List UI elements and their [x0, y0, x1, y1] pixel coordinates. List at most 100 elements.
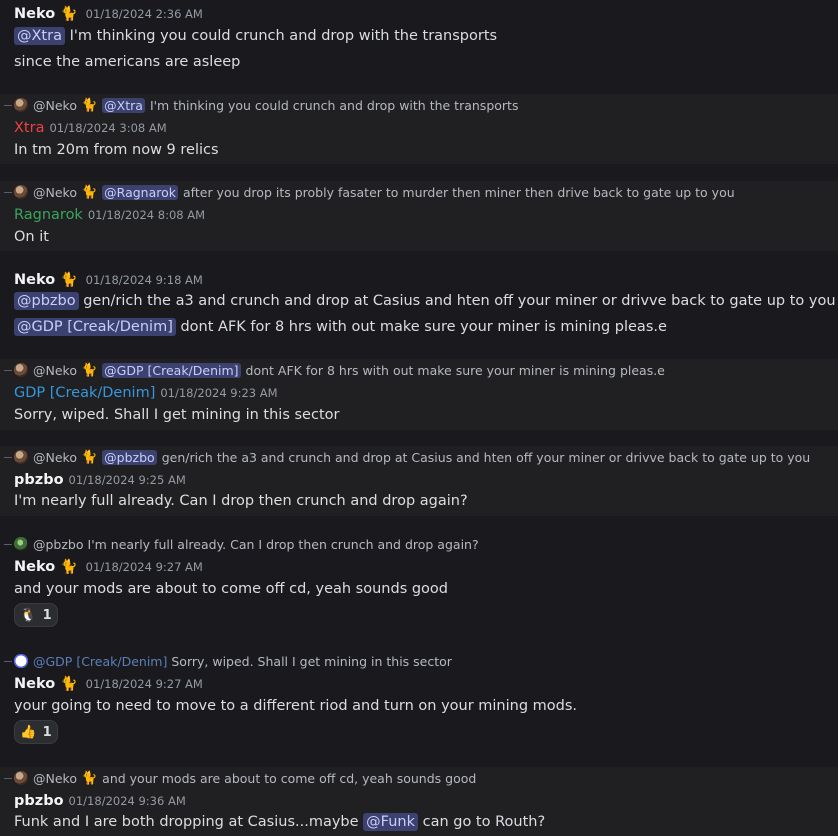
reply-text: Sorry, wiped. Shall I get mining in this…: [171, 653, 452, 669]
message-text: and your mods are about to come off cd, …: [14, 581, 449, 597]
message-text-line: @Xtra I'm thinking you could crunch and …: [14, 27, 497, 45]
message-text: Funk and I are both dropping at Casius..…: [14, 814, 359, 830]
cat-icon: 🐈: [60, 272, 78, 288]
message-text: dont AFK for 8 hrs with out make sure yo…: [180, 319, 667, 335]
cat-icon: 🐈: [60, 559, 78, 575]
message-gdp: @Neko 🐈 @GDP [Creak/Denim] dont AFK for …: [0, 359, 838, 430]
reply-preview[interactable]: @Neko 🐈 and your mods are about to come …: [0, 767, 476, 789]
reply-connector: [4, 457, 12, 458]
message-text-line: your going to need to move to a differen…: [14, 698, 577, 714]
cat-icon: 🐈: [80, 770, 98, 786]
reply-preview[interactable]: @Neko 🐈 @pbzbo gen/rich the a3 and crunc…: [0, 446, 810, 468]
reply-connector: [4, 544, 12, 545]
timestamp: 01/18/2024 9:36 AM: [68, 794, 186, 808]
reply-connector: [4, 105, 12, 106]
avatar: [14, 537, 28, 551]
avatar: [14, 450, 28, 464]
message-text-line: On it: [14, 229, 49, 245]
author-name[interactable]: Neko: [14, 676, 55, 692]
message-neko-3: @pbzbo I'm nearly full already. Can I dr…: [0, 533, 838, 633]
reply-author: @pbzbo: [33, 536, 84, 552]
timestamp: 01/18/2024 9:18 AM: [85, 273, 203, 287]
reply-author: @GDP [Creak/Denim]: [33, 653, 168, 669]
avatar: [14, 363, 28, 377]
reply-text: after you drop its probly fasater to mur…: [183, 184, 735, 200]
reply-connector: [4, 778, 12, 779]
user-mention[interactable]: @Funk: [363, 813, 418, 831]
author-name[interactable]: pbzbo: [14, 472, 64, 488]
message-header: Neko 🐈 01/18/2024 9:18 AM: [14, 272, 203, 288]
message-text: On it: [14, 229, 49, 245]
user-mention[interactable]: @Xtra: [102, 97, 145, 113]
message-text-line: @GDP [Creak/Denim] dont AFK for 8 hrs wi…: [14, 318, 667, 336]
reaction-thumbs-up[interactable]: 👍 1: [14, 720, 58, 744]
reply-preview[interactable]: @Neko 🐈 @GDP [Creak/Denim] dont AFK for …: [0, 359, 665, 381]
avatar: [14, 185, 28, 199]
reply-connector: [4, 192, 12, 193]
reply-connector: [4, 661, 12, 662]
reply-preview[interactable]: @Neko 🐈 @Ragnarok after you drop its pro…: [0, 181, 735, 203]
timestamp: 01/18/2024 9:25 AM: [68, 473, 186, 487]
reply-author: @Neko: [33, 449, 77, 465]
message-text-line: Funk and I are both dropping at Casius..…: [14, 813, 545, 831]
reply-text: dont AFK for 8 hrs with out make sure yo…: [245, 362, 665, 378]
message-neko-2: Neko 🐈 01/18/2024 9:18 AM @pbzbo gen/ric…: [0, 264, 838, 348]
penguin-icon: 🐧: [20, 607, 37, 623]
author-name[interactable]: Neko: [14, 6, 55, 22]
message-text: since the americans are asleep: [14, 54, 241, 70]
user-mention[interactable]: @GDP [Creak/Denim]: [14, 318, 176, 336]
reply-text: gen/rich the a3 and crunch and drop at C…: [161, 449, 811, 465]
avatar: [14, 654, 28, 668]
chat-message-list: Neko 🐈 01/18/2024 2:36 AM @Xtra I'm thin…: [0, 0, 838, 836]
reaction-penguin[interactable]: 🐧 1: [14, 603, 58, 627]
message-header: Xtra 01/18/2024 3:08 AM: [14, 120, 167, 136]
user-mention[interactable]: @pbzbo: [102, 449, 157, 465]
cat-icon: 🐈: [60, 6, 78, 22]
message-text-line: In tm 20m from now 9 relics: [14, 142, 219, 158]
message-text: gen/rich the a3 and crunch and drop at C…: [83, 293, 836, 309]
message-text: Sorry, wiped. Shall I get mining in this…: [14, 407, 340, 423]
reply-preview[interactable]: @Neko 🐈 @Xtra I'm thinking you could cru…: [0, 94, 518, 116]
message-pbzbo-2: @Neko 🐈 and your mods are about to come …: [0, 767, 838, 836]
reply-connector: [4, 370, 12, 371]
thumbs-up-icon: 👍: [20, 724, 37, 740]
author-name[interactable]: Xtra: [14, 120, 44, 136]
message-header: pbzbo 01/18/2024 9:36 AM: [14, 793, 186, 809]
reaction-count: 1: [42, 724, 52, 740]
cat-icon: 🐈: [80, 97, 98, 113]
message-text-line: Sorry, wiped. Shall I get mining in this…: [14, 407, 339, 423]
user-mention[interactable]: @GDP [Creak/Denim]: [102, 362, 241, 378]
author-name[interactable]: pbzbo: [14, 793, 64, 809]
timestamp: 01/18/2024 2:36 AM: [85, 7, 203, 21]
cat-icon: 🐈: [80, 184, 98, 200]
message-header: Ragnarok 01/18/2024 8:08 AM: [14, 207, 205, 223]
reply-preview[interactable]: @GDP [Creak/Denim] Sorry, wiped. Shall I…: [0, 650, 452, 672]
message-text: In tm 20m from now 9 relics: [14, 142, 219, 158]
user-mention[interactable]: @pbzbo: [14, 292, 79, 310]
avatar: [14, 771, 28, 785]
message-pbzbo-1: @Neko 🐈 @pbzbo gen/rich the a3 and crunc…: [0, 446, 838, 516]
message-text-line: since the americans are asleep: [14, 54, 240, 70]
reaction-count: 1: [42, 607, 52, 623]
cat-icon: 🐈: [80, 362, 98, 378]
reply-preview[interactable]: @pbzbo I'm nearly full already. Can I dr…: [0, 533, 479, 555]
author-name[interactable]: Neko: [14, 559, 55, 575]
timestamp: 01/18/2024 9:27 AM: [85, 677, 203, 691]
message-neko-1: Neko 🐈 01/18/2024 2:36 AM @Xtra I'm thin…: [0, 0, 838, 84]
author-name[interactable]: GDP [Creak/Denim]: [14, 385, 155, 401]
message-neko-4: @GDP [Creak/Denim] Sorry, wiped. Shall I…: [0, 650, 838, 750]
timestamp: 01/18/2024 9:27 AM: [85, 560, 203, 574]
user-mention[interactable]: @Ragnarok: [102, 184, 179, 200]
reply-text: I'm nearly full already. Can I drop then…: [87, 536, 479, 552]
user-mention[interactable]: @Xtra: [14, 27, 65, 45]
message-header: Neko 🐈 01/18/2024 2:36 AM: [14, 6, 203, 22]
timestamp: 01/18/2024 9:23 AM: [160, 386, 278, 400]
message-text: I'm nearly full already. Can I drop then…: [14, 493, 468, 509]
cat-icon: 🐈: [60, 676, 78, 692]
cat-icon: 🐈: [80, 449, 98, 465]
author-name[interactable]: Ragnarok: [14, 207, 83, 223]
message-header: Neko 🐈 01/18/2024 9:27 AM: [14, 559, 203, 575]
author-name[interactable]: Neko: [14, 272, 55, 288]
reply-author: @Neko: [33, 184, 77, 200]
reply-text: and your mods are about to come off cd, …: [102, 770, 477, 786]
